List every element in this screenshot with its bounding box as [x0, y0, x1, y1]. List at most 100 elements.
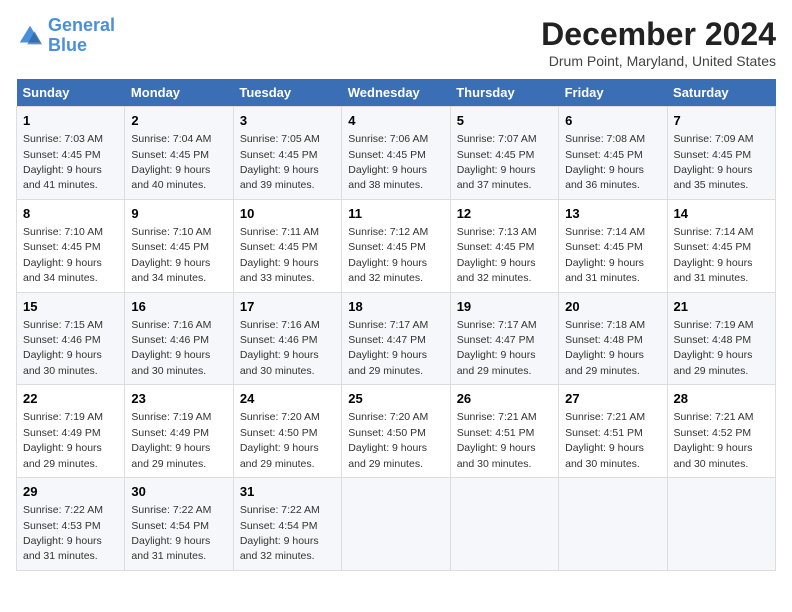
day-number: 28: [674, 390, 769, 408]
calendar-cell: 21 Sunrise: 7:19 AMSunset: 4:48 PMDaylig…: [667, 292, 775, 385]
day-info: Sunrise: 7:22 AMSunset: 4:54 PMDaylight:…: [131, 504, 211, 562]
day-number: 7: [674, 112, 769, 130]
calendar-cell: 3 Sunrise: 7:05 AMSunset: 4:45 PMDayligh…: [233, 107, 341, 200]
day-info: Sunrise: 7:10 AMSunset: 4:45 PMDaylight:…: [23, 226, 103, 284]
calendar-cell: 22 Sunrise: 7:19 AMSunset: 4:49 PMDaylig…: [17, 385, 125, 478]
calendar-cell: 19 Sunrise: 7:17 AMSunset: 4:47 PMDaylig…: [450, 292, 558, 385]
subtitle: Drum Point, Maryland, United States: [541, 53, 776, 69]
day-info: Sunrise: 7:17 AMSunset: 4:47 PMDaylight:…: [348, 319, 428, 377]
day-info: Sunrise: 7:21 AMSunset: 4:51 PMDaylight:…: [565, 411, 645, 469]
calendar-week-4: 22 Sunrise: 7:19 AMSunset: 4:49 PMDaylig…: [17, 385, 776, 478]
day-info: Sunrise: 7:14 AMSunset: 4:45 PMDaylight:…: [565, 226, 645, 284]
day-info: Sunrise: 7:03 AMSunset: 4:45 PMDaylight:…: [23, 133, 103, 191]
day-info: Sunrise: 7:19 AMSunset: 4:48 PMDaylight:…: [674, 319, 754, 377]
calendar-cell: [559, 478, 667, 571]
calendar-cell: 7 Sunrise: 7:09 AMSunset: 4:45 PMDayligh…: [667, 107, 775, 200]
day-number: 23: [131, 390, 226, 408]
calendar-week-3: 15 Sunrise: 7:15 AMSunset: 4:46 PMDaylig…: [17, 292, 776, 385]
calendar-cell: 15 Sunrise: 7:15 AMSunset: 4:46 PMDaylig…: [17, 292, 125, 385]
calendar-cell: 13 Sunrise: 7:14 AMSunset: 4:45 PMDaylig…: [559, 199, 667, 292]
day-number: 16: [131, 298, 226, 316]
day-info: Sunrise: 7:16 AMSunset: 4:46 PMDaylight:…: [131, 319, 211, 377]
calendar-cell: 10 Sunrise: 7:11 AMSunset: 4:45 PMDaylig…: [233, 199, 341, 292]
day-info: Sunrise: 7:04 AMSunset: 4:45 PMDaylight:…: [131, 133, 211, 191]
day-number: 1: [23, 112, 118, 130]
day-info: Sunrise: 7:21 AMSunset: 4:52 PMDaylight:…: [674, 411, 754, 469]
day-number: 13: [565, 205, 660, 223]
day-number: 10: [240, 205, 335, 223]
logo-text: General Blue: [48, 16, 115, 56]
calendar-cell: 24 Sunrise: 7:20 AMSunset: 4:50 PMDaylig…: [233, 385, 341, 478]
day-number: 17: [240, 298, 335, 316]
day-number: 11: [348, 205, 443, 223]
calendar-cell: 18 Sunrise: 7:17 AMSunset: 4:47 PMDaylig…: [342, 292, 450, 385]
day-info: Sunrise: 7:22 AMSunset: 4:54 PMDaylight:…: [240, 504, 320, 562]
day-info: Sunrise: 7:20 AMSunset: 4:50 PMDaylight:…: [348, 411, 428, 469]
header-day-sunday: Sunday: [17, 79, 125, 107]
day-info: Sunrise: 7:18 AMSunset: 4:48 PMDaylight:…: [565, 319, 645, 377]
day-number: 4: [348, 112, 443, 130]
header-day-monday: Monday: [125, 79, 233, 107]
day-number: 30: [131, 483, 226, 501]
logo-line1: General: [48, 15, 115, 35]
calendar-week-2: 8 Sunrise: 7:10 AMSunset: 4:45 PMDayligh…: [17, 199, 776, 292]
header-day-thursday: Thursday: [450, 79, 558, 107]
calendar-cell: [450, 478, 558, 571]
calendar-cell: 29 Sunrise: 7:22 AMSunset: 4:53 PMDaylig…: [17, 478, 125, 571]
day-number: 5: [457, 112, 552, 130]
calendar-cell: 4 Sunrise: 7:06 AMSunset: 4:45 PMDayligh…: [342, 107, 450, 200]
day-info: Sunrise: 7:10 AMSunset: 4:45 PMDaylight:…: [131, 226, 211, 284]
day-info: Sunrise: 7:21 AMSunset: 4:51 PMDaylight:…: [457, 411, 537, 469]
header-day-friday: Friday: [559, 79, 667, 107]
calendar-cell: 6 Sunrise: 7:08 AMSunset: 4:45 PMDayligh…: [559, 107, 667, 200]
day-number: 21: [674, 298, 769, 316]
calendar-cell: 9 Sunrise: 7:10 AMSunset: 4:45 PMDayligh…: [125, 199, 233, 292]
day-info: Sunrise: 7:17 AMSunset: 4:47 PMDaylight:…: [457, 319, 537, 377]
day-info: Sunrise: 7:14 AMSunset: 4:45 PMDaylight:…: [674, 226, 754, 284]
day-info: Sunrise: 7:16 AMSunset: 4:46 PMDaylight:…: [240, 319, 320, 377]
calendar-cell: [342, 478, 450, 571]
day-number: 25: [348, 390, 443, 408]
header: General Blue December 2024 Drum Point, M…: [16, 16, 776, 69]
day-number: 2: [131, 112, 226, 130]
calendar-week-1: 1 Sunrise: 7:03 AMSunset: 4:45 PMDayligh…: [17, 107, 776, 200]
day-info: Sunrise: 7:06 AMSunset: 4:45 PMDaylight:…: [348, 133, 428, 191]
day-number: 12: [457, 205, 552, 223]
calendar-cell: 25 Sunrise: 7:20 AMSunset: 4:50 PMDaylig…: [342, 385, 450, 478]
header-day-tuesday: Tuesday: [233, 79, 341, 107]
calendar-cell: 20 Sunrise: 7:18 AMSunset: 4:48 PMDaylig…: [559, 292, 667, 385]
day-number: 31: [240, 483, 335, 501]
day-info: Sunrise: 7:12 AMSunset: 4:45 PMDaylight:…: [348, 226, 428, 284]
logo-icon: [16, 22, 44, 50]
day-number: 3: [240, 112, 335, 130]
main-title: December 2024: [541, 16, 776, 53]
day-info: Sunrise: 7:09 AMSunset: 4:45 PMDaylight:…: [674, 133, 754, 191]
calendar-cell: 1 Sunrise: 7:03 AMSunset: 4:45 PMDayligh…: [17, 107, 125, 200]
calendar-cell: 23 Sunrise: 7:19 AMSunset: 4:49 PMDaylig…: [125, 385, 233, 478]
day-number: 9: [131, 205, 226, 223]
day-number: 6: [565, 112, 660, 130]
day-info: Sunrise: 7:20 AMSunset: 4:50 PMDaylight:…: [240, 411, 320, 469]
calendar-cell: 12 Sunrise: 7:13 AMSunset: 4:45 PMDaylig…: [450, 199, 558, 292]
calendar-cell: 28 Sunrise: 7:21 AMSunset: 4:52 PMDaylig…: [667, 385, 775, 478]
calendar-cell: 8 Sunrise: 7:10 AMSunset: 4:45 PMDayligh…: [17, 199, 125, 292]
day-info: Sunrise: 7:07 AMSunset: 4:45 PMDaylight:…: [457, 133, 537, 191]
day-number: 20: [565, 298, 660, 316]
day-number: 19: [457, 298, 552, 316]
day-info: Sunrise: 7:13 AMSunset: 4:45 PMDaylight:…: [457, 226, 537, 284]
calendar-cell: 11 Sunrise: 7:12 AMSunset: 4:45 PMDaylig…: [342, 199, 450, 292]
calendar-header-row: SundayMondayTuesdayWednesdayThursdayFrid…: [17, 79, 776, 107]
calendar-cell: 14 Sunrise: 7:14 AMSunset: 4:45 PMDaylig…: [667, 199, 775, 292]
calendar-table: SundayMondayTuesdayWednesdayThursdayFrid…: [16, 79, 776, 571]
day-number: 22: [23, 390, 118, 408]
logo: General Blue: [16, 16, 115, 56]
calendar-cell: 17 Sunrise: 7:16 AMSunset: 4:46 PMDaylig…: [233, 292, 341, 385]
header-day-saturday: Saturday: [667, 79, 775, 107]
day-info: Sunrise: 7:11 AMSunset: 4:45 PMDaylight:…: [240, 226, 319, 284]
day-info: Sunrise: 7:19 AMSunset: 4:49 PMDaylight:…: [131, 411, 211, 469]
logo-line2: Blue: [48, 35, 87, 55]
day-number: 18: [348, 298, 443, 316]
calendar-cell: 5 Sunrise: 7:07 AMSunset: 4:45 PMDayligh…: [450, 107, 558, 200]
calendar-cell: 26 Sunrise: 7:21 AMSunset: 4:51 PMDaylig…: [450, 385, 558, 478]
day-info: Sunrise: 7:15 AMSunset: 4:46 PMDaylight:…: [23, 319, 103, 377]
